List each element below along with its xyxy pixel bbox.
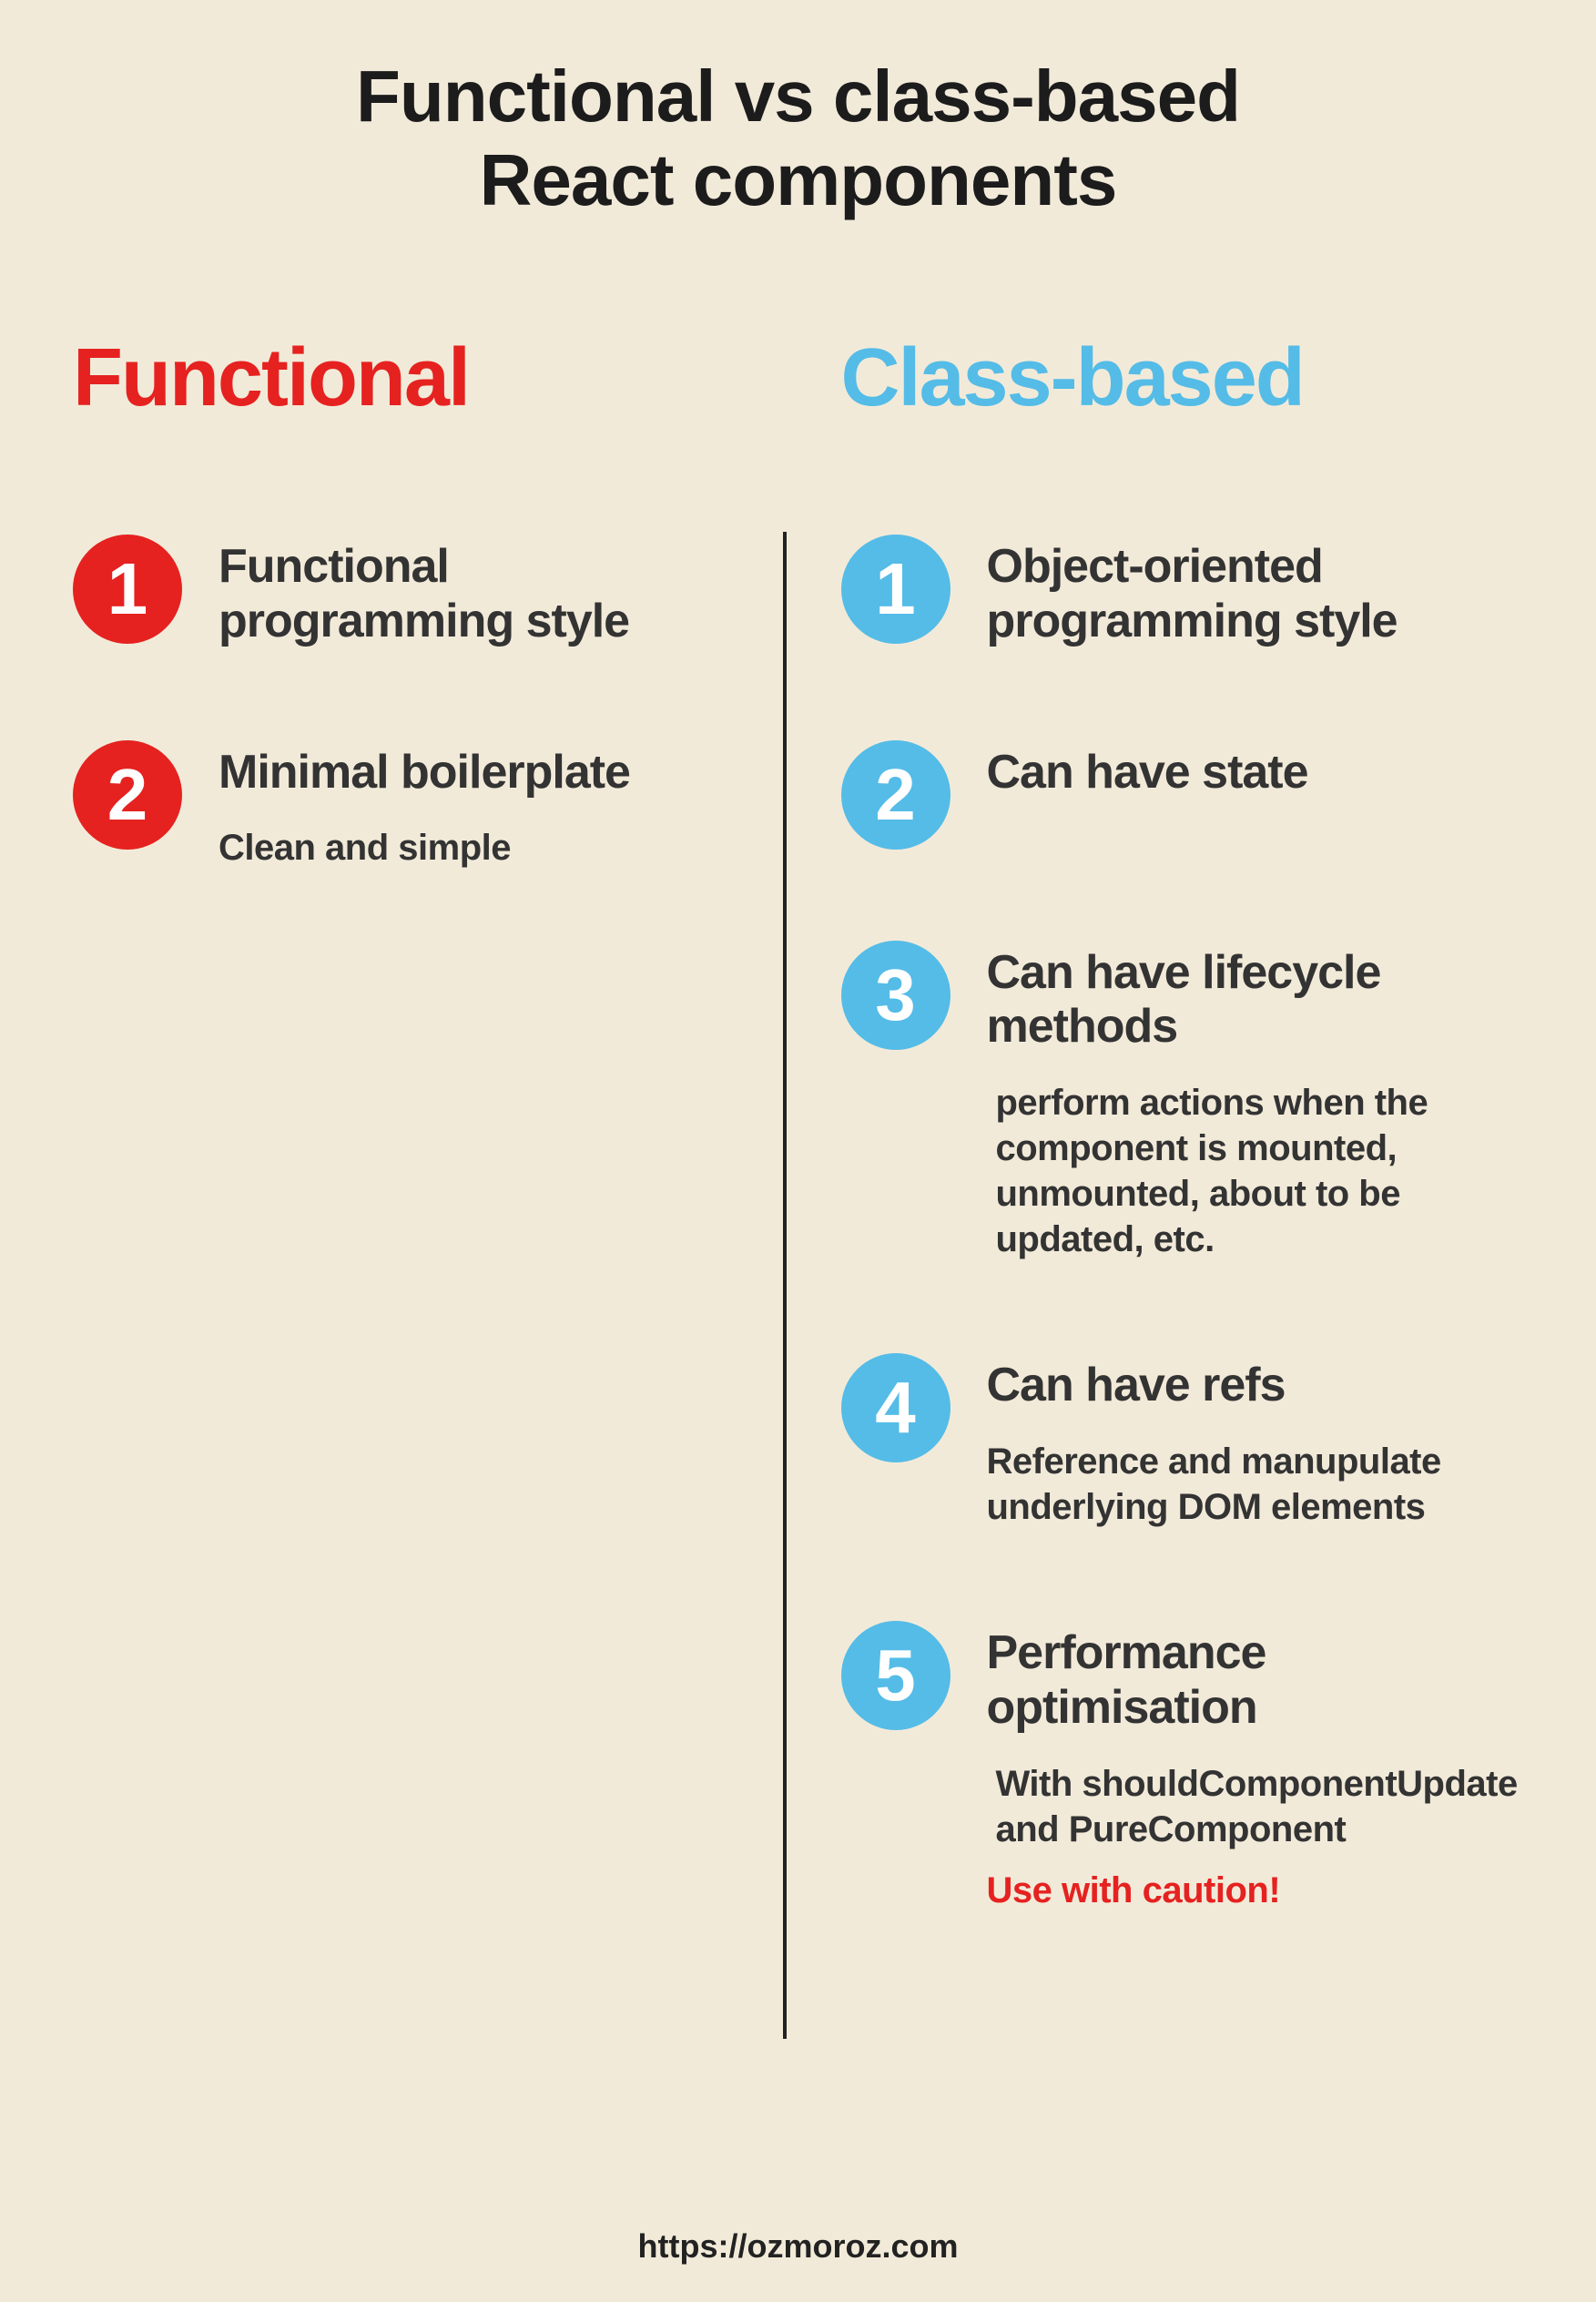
class-item-3: 3 Can have lifecycle methods perform act… [841, 941, 1524, 1263]
number-badge: 4 [841, 1353, 950, 1462]
item-body: Can have refs Reference and manupulate u… [987, 1353, 1524, 1530]
title-line-2: React components [480, 139, 1117, 220]
number-badge: 1 [841, 535, 950, 644]
page-title: Functional vs class-based React componen… [73, 55, 1523, 222]
functional-column: Functional 1 Functional programming styl… [73, 331, 783, 2039]
number-badge: 2 [73, 740, 182, 850]
item-title: Minimal boilerplate [219, 746, 756, 800]
number-badge: 3 [841, 941, 950, 1050]
item-title: Can have refs [987, 1359, 1524, 1413]
functional-item-1: 1 Functional programming style [73, 535, 756, 649]
item-subtitle: perform actions when the component is mo… [996, 1080, 1524, 1262]
number-badge: 5 [841, 1621, 950, 1730]
class-item-4: 4 Can have refs Reference and manupulate… [841, 1353, 1524, 1530]
functional-item-2: 2 Minimal boilerplate Clean and simple [73, 740, 756, 871]
item-body: Can have lifecycle methods perform actio… [987, 941, 1524, 1263]
item-title: Can have state [987, 746, 1524, 800]
class-item-2: 2 Can have state [841, 740, 1524, 850]
item-title: Performance optimisation [987, 1626, 1524, 1736]
item-subtitle: Clean and simple [219, 825, 756, 871]
number-badge: 1 [73, 535, 182, 644]
item-body: Performance optimisation With shouldComp… [987, 1621, 1524, 1911]
functional-header: Functional [73, 331, 756, 425]
item-body: Functional programming style [219, 535, 756, 649]
item-title: Functional programming style [219, 540, 756, 649]
class-item-1: 1 Object-oriented programming style [841, 535, 1524, 649]
item-title: Object-oriented programming style [987, 540, 1524, 649]
item-title: Can have lifecycle methods [987, 946, 1524, 1055]
item-subtitle: Reference and manupulate underlying DOM … [987, 1439, 1524, 1530]
item-body: Object-oriented programming style [987, 535, 1524, 649]
class-item-5: 5 Performance optimisation With shouldCo… [841, 1621, 1524, 1911]
comparison-columns: Functional 1 Functional programming styl… [73, 331, 1523, 2039]
item-body: Can have state [987, 740, 1524, 800]
title-line-1: Functional vs class-based [356, 56, 1240, 137]
class-based-column: Class-based 1 Object-oriented programmin… [787, 331, 1524, 2039]
number-badge: 2 [841, 740, 950, 850]
item-body: Minimal boilerplate Clean and simple [219, 740, 756, 871]
class-based-header: Class-based [841, 331, 1524, 425]
caution-note: Use with caution! [987, 1870, 1524, 1911]
footer-link[interactable]: https://ozmoroz.com [0, 2227, 1596, 2266]
item-subtitle: With shouldComponentUpdate and PureCompo… [996, 1761, 1524, 1852]
